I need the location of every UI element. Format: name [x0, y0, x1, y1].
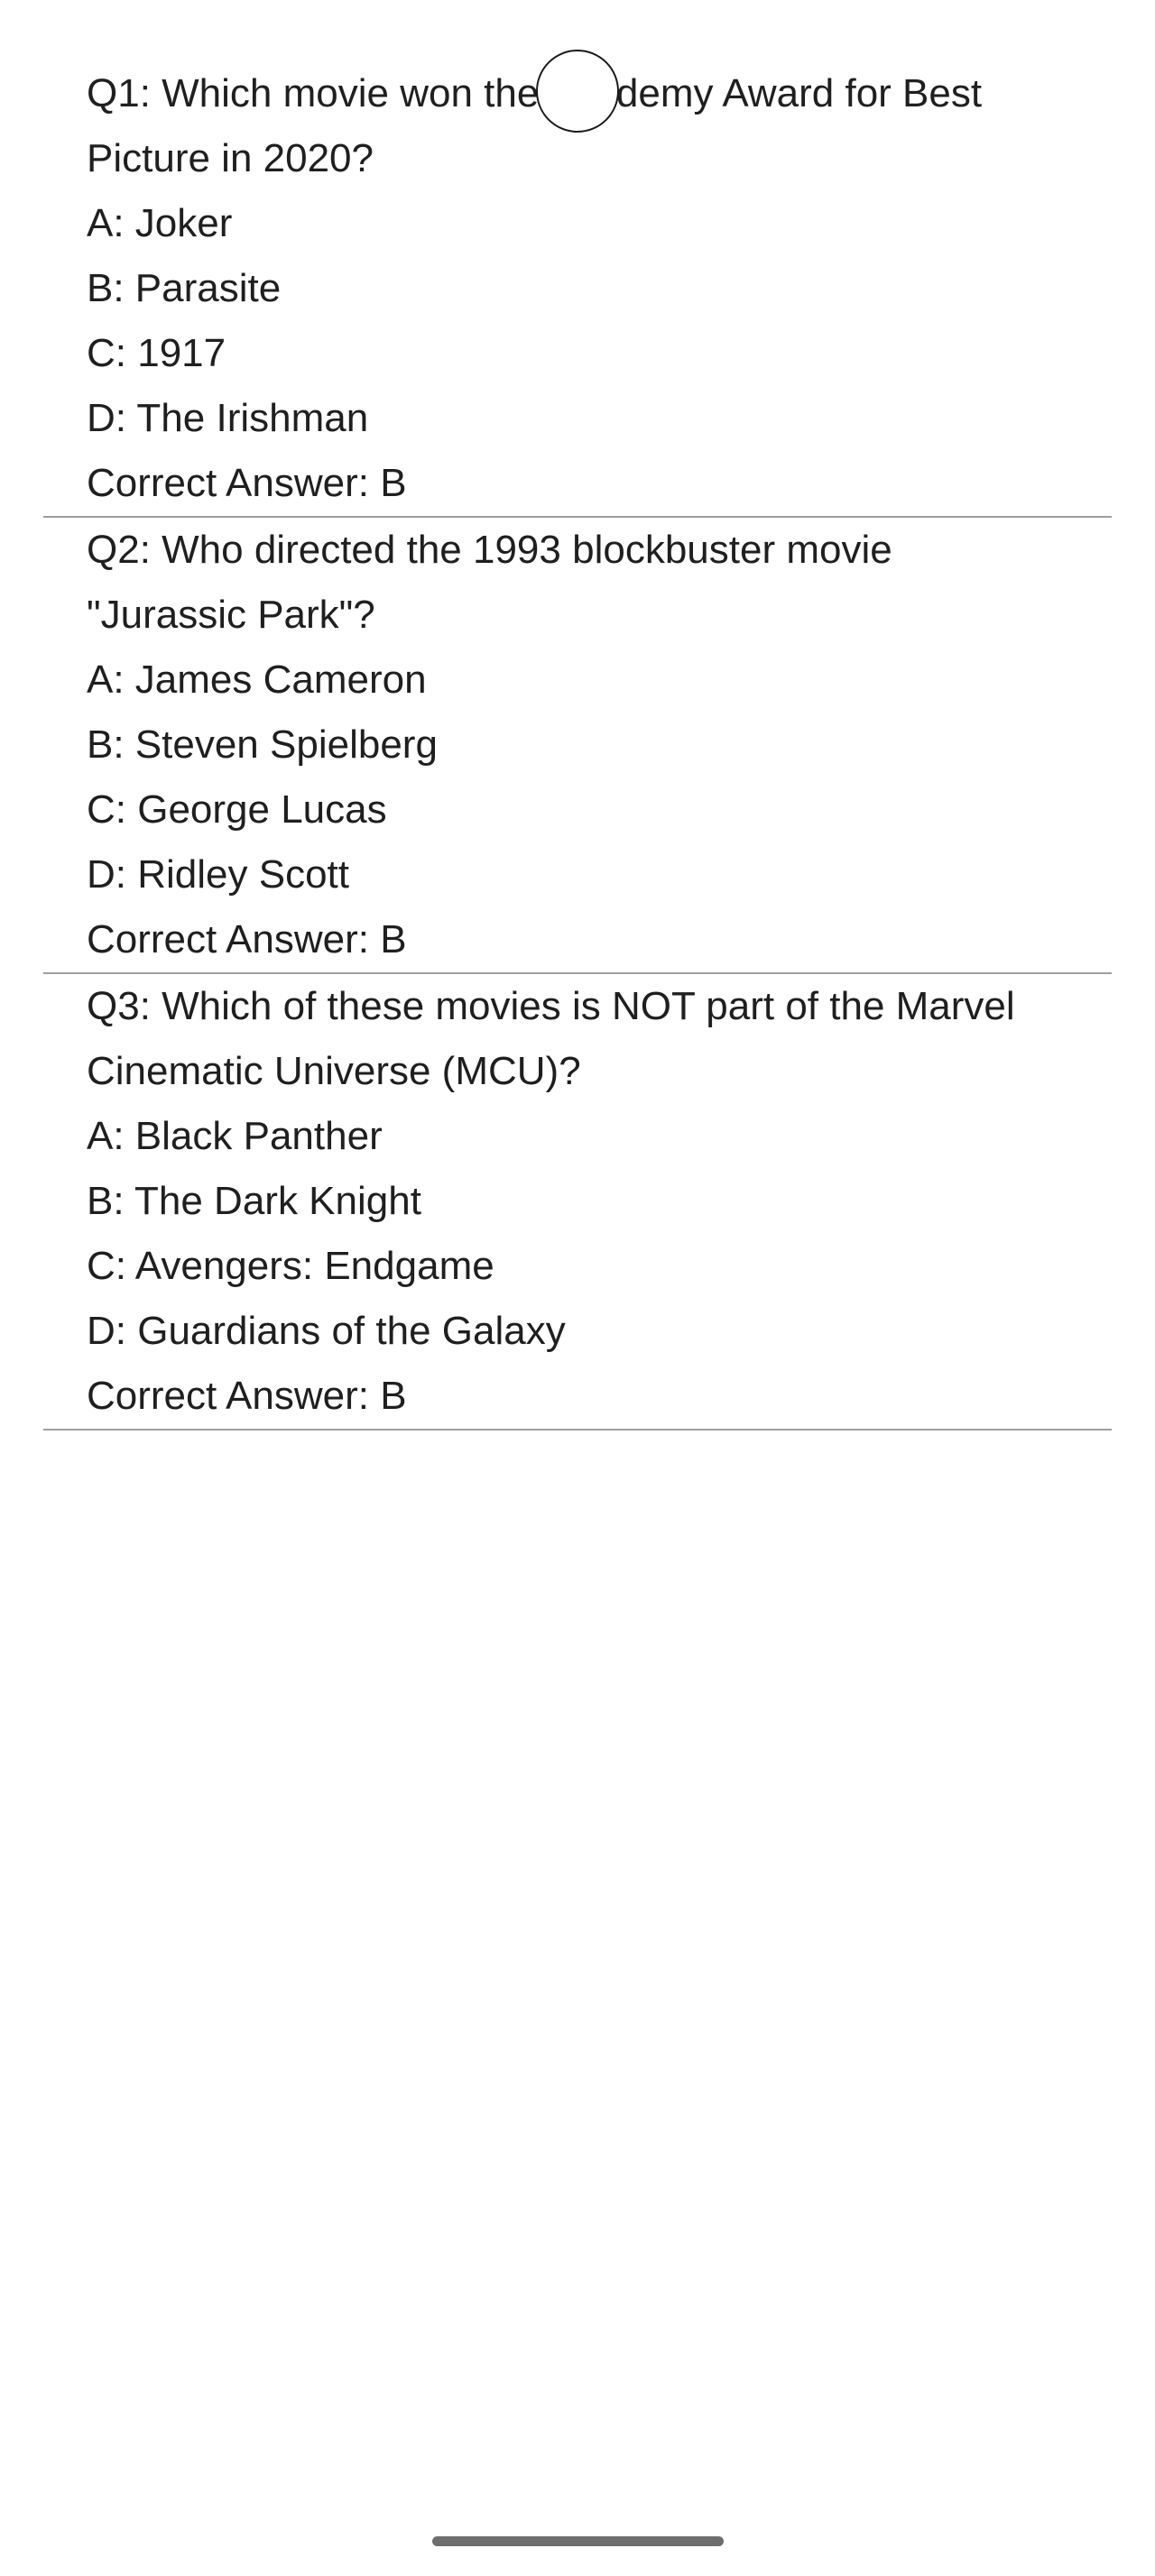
camera-cutout — [536, 50, 619, 133]
question-item: Q3: Which of these movies is NOT part of… — [43, 974, 1112, 1431]
option-d: D: The Irishman — [87, 396, 369, 440]
option-c: C: 1917 — [87, 331, 226, 375]
correct-answer: Correct Answer: B — [87, 917, 407, 961]
option-d: D: Guardians of the Galaxy — [87, 1309, 566, 1353]
option-d: D: Ridley Scott — [87, 852, 349, 897]
option-a: A: James Cameron — [87, 658, 427, 702]
option-a: A: Joker — [87, 201, 233, 245]
quiz-screen: Q1: Which movie won the Academy Award fo… — [0, 0, 1155, 2576]
correct-answer: Correct Answer: B — [87, 1374, 407, 1418]
question-text: Q2: Who directed the 1993 blockbuster mo… — [87, 528, 892, 637]
question-item: Q2: Who directed the 1993 blockbuster mo… — [43, 518, 1112, 974]
option-b: B: Steven Spielberg — [87, 722, 438, 767]
option-b: B: The Dark Knight — [87, 1179, 421, 1223]
question-text: Q3: Which of these movies is NOT part of… — [87, 984, 1015, 1093]
option-c: C: George Lucas — [87, 787, 387, 832]
quiz-list[interactable]: Q1: Which movie won the Academy Award fo… — [43, 61, 1112, 1431]
home-indicator[interactable] — [432, 2536, 724, 2546]
option-a: A: Black Panther — [87, 1114, 383, 1158]
correct-answer: Correct Answer: B — [87, 461, 407, 505]
option-c: C: Avengers: Endgame — [87, 1244, 494, 1288]
option-b: B: Parasite — [87, 266, 282, 310]
